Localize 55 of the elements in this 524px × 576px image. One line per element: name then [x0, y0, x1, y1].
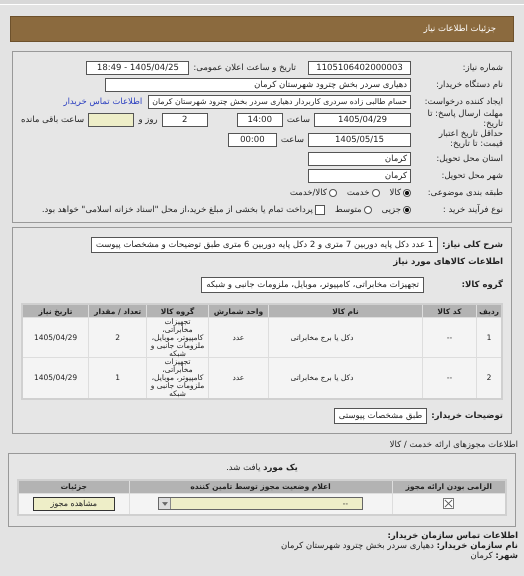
radio-button[interactable]	[372, 188, 380, 196]
field-label: طبقه بندی موضوعی:	[426, 188, 503, 198]
validity-time-field: 00:00	[228, 133, 277, 147]
field-label: نام دستگاه خریدار:	[435, 80, 503, 90]
field-label: ساعت باقی مانده	[21, 115, 84, 125]
field-label: توضیحات خریدار:	[431, 411, 503, 422]
buyer-contact-link[interactable]: اطلاعات تماس خریدار	[63, 96, 142, 106]
field-label: شهر محل تحویل:	[440, 170, 503, 180]
field-label: ساعت	[280, 135, 304, 145]
field-label: استان محل تحویل:	[435, 154, 503, 164]
days-field: 2	[162, 113, 208, 127]
radio-button[interactable]	[403, 206, 411, 214]
summary-field: 1 عدد دکل پایه دوربین 7 متری و 2 دکل پایه دوربین 6 متری طبق توضیحات و مشخصات پیوست	[90, 236, 438, 252]
field-label: شماره نیاز:	[462, 62, 503, 72]
radio-button[interactable]	[403, 188, 411, 196]
field-label: گروه کالا:	[460, 280, 503, 290]
radio-label: کالا	[390, 188, 401, 198]
radio-button[interactable]	[328, 188, 337, 196]
city-name: کرمان	[470, 551, 493, 562]
city-field: کرمان	[308, 168, 411, 182]
field-label: نام سازمان خریدار:	[436, 540, 518, 551]
checkbox-label: پرداخت تمام یا بخشی از مبلغ خرید،از محل "اسناد خزانه اسلامی" خواهد بود.	[42, 204, 313, 214]
section-title: اطلاعات تماس سازمان خریدار:	[386, 530, 518, 541]
field-label: شهر:	[495, 551, 518, 562]
province-field: کرمان	[308, 152, 411, 166]
radio-label: خدمت	[346, 188, 370, 198]
field-label: ایجاد کننده درخواست:	[424, 96, 503, 106]
radio-label: متوسط	[334, 204, 362, 214]
deadline-date-field: 1405/04/29	[314, 113, 411, 127]
field-label: شرح کلی نیاز:	[442, 240, 503, 250]
field-label: ساعت	[286, 115, 310, 125]
section-title: اطلاعات کالاهای مورد نیاز	[393, 256, 503, 266]
goods-group-field: تجهیزات مخابراتی، کامپیوتر، موبایل، ملزومات جانبی و شبکه	[201, 276, 424, 292]
field-label: تاریخ و ساعت اعلان عمومی:	[193, 62, 296, 72]
radio-label: کالا/خدمت	[290, 188, 327, 198]
field-label: مهلت ارسال پاسخ: تا تاریخ:	[426, 110, 503, 130]
section-title: اطلاعات مجوزهای ارائه خدمت / کالا	[388, 440, 518, 450]
announce-date-field: 1405/04/25 - 18:49	[86, 60, 190, 74]
header-title: جزئیات اطلاعات نیاز	[424, 24, 496, 34]
radio-label: جزیی	[382, 204, 401, 214]
buyer-field: دهیاری سردر بخش چترود شهرستان کرمان	[105, 78, 411, 92]
radio-button[interactable]	[364, 206, 372, 214]
need-number-field: 1105106402000003	[308, 60, 411, 74]
hours-field	[88, 113, 134, 127]
field-label: روز و	[138, 115, 158, 125]
view-license-button[interactable]: مشاهده مجوز	[32, 496, 115, 511]
result-count: یک مورد یافت شد.	[225, 462, 299, 473]
validity-date-field: 1405/05/15	[308, 133, 411, 147]
deadline-time-field: 14:00	[236, 113, 283, 127]
checkbox[interactable]	[314, 204, 325, 214]
field-label: نوع فرآیند خرید :	[442, 204, 503, 214]
buyer-notes-field: طبق مشخصات پیوستی	[334, 408, 428, 424]
field-label: حداقل تاریخ اعتبار قیمت: تا تاریخ:	[438, 130, 503, 150]
org-name: دهیاری سردر بخش چترود شهرستان کرمان	[281, 540, 434, 551]
caret-icon	[159, 498, 172, 510]
